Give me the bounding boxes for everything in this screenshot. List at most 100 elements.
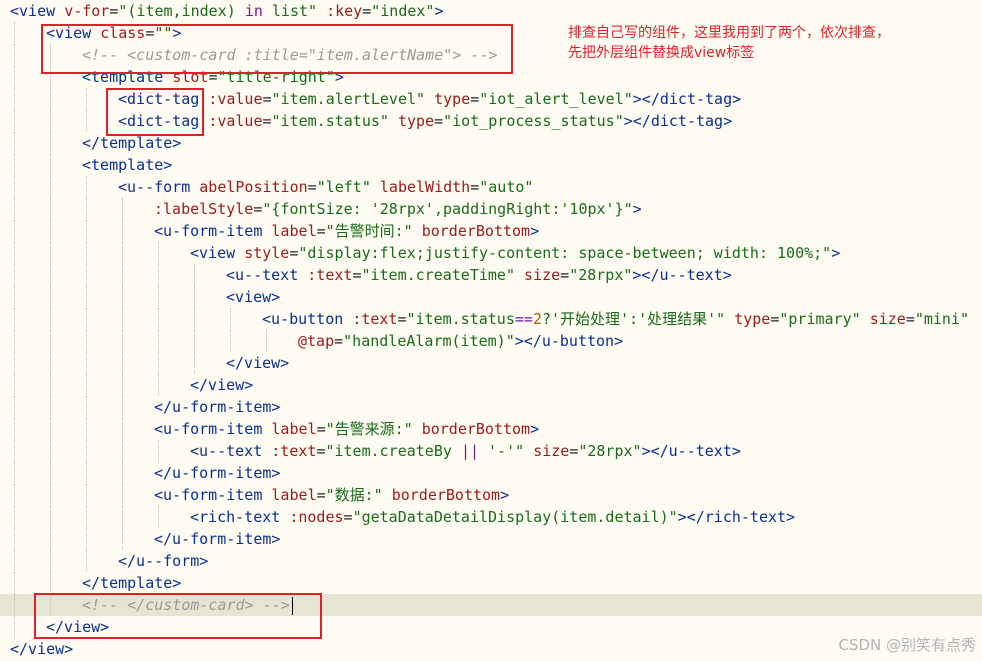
code-token: <template <box>82 68 173 86</box>
indent-guide <box>50 242 51 264</box>
code-line[interactable]: </view> <box>0 616 982 638</box>
code-line[interactable]: @tap="handleAlarm(item)"></u-button> <box>0 330 982 352</box>
code-text: </view> <box>226 352 289 374</box>
code-line[interactable]: <template slot="title-right"> <box>0 66 982 88</box>
code-token: = <box>343 508 353 526</box>
code-line[interactable]: </view> <box>0 638 982 660</box>
code-line[interactable]: <view v-for="(item,index) in list" :key=… <box>0 0 982 22</box>
indent-guide <box>50 66 51 88</box>
indent-guide <box>14 286 15 308</box>
code-line[interactable]: </view> <box>0 374 982 396</box>
code-token: :value <box>208 112 263 130</box>
code-token: @tap <box>298 332 335 350</box>
indent-guide <box>86 506 87 528</box>
code-token: "iot_alert_level" <box>479 90 633 108</box>
code-line[interactable]: <u-form-item label="数据:" borderBottom> <box>0 484 982 506</box>
code-line[interactable]: <u--form abelPosition="left" labelWidth=… <box>0 176 982 198</box>
indent-guide <box>86 198 87 220</box>
indent-guide <box>122 286 123 308</box>
indent-guide <box>50 440 51 462</box>
code-token: > <box>530 420 540 438</box>
indent-guide <box>122 418 123 440</box>
code-line[interactable]: </u--form> <box>0 550 982 572</box>
indent-guide <box>14 462 15 484</box>
code-line[interactable]: <u-form-item label="告警来源:" borderBottom> <box>0 418 982 440</box>
indent-guide <box>14 484 15 506</box>
code-token: <u--form <box>118 178 200 196</box>
code-line[interactable]: <template> <box>0 154 982 176</box>
code-line[interactable]: </view> <box>0 352 982 374</box>
indent-guide <box>194 286 195 308</box>
indent-guide <box>14 132 15 154</box>
indent-guide <box>50 396 51 418</box>
code-line[interactable]: <!-- </custom-card> --> <box>0 594 982 616</box>
code-line[interactable]: </u-form-item> <box>0 396 982 418</box>
indent-guide <box>194 264 195 286</box>
indent-guide <box>14 528 15 550</box>
code-token: ></u-button> <box>514 332 624 350</box>
code-line[interactable]: <u--text :text = "item.createBy || '-'" si… <box>0 440 982 462</box>
code-line[interactable]: </u-form-item> <box>0 528 982 550</box>
code-token: <u-button <box>262 310 353 328</box>
indent-guide <box>86 308 87 330</box>
indent-guide <box>14 374 15 396</box>
code-token: ></dict-tag> <box>623 112 733 130</box>
indent-guide <box>86 286 87 308</box>
code-line[interactable]: <view> <box>0 286 982 308</box>
code-editor[interactable]: <view v-for="(item,index) in list" :key=… <box>0 0 982 661</box>
indent-guide <box>50 44 51 66</box>
code-token: = <box>316 420 326 438</box>
code-line[interactable]: </template> <box>0 572 982 594</box>
indent-guide <box>14 220 15 242</box>
code-token: <u--text <box>190 442 272 460</box>
indent-guide <box>14 616 15 638</box>
annotation-note: 排查自己写的组件，这里我用到了两个，依次排查， 先把外层组件替换成view标签 <box>568 23 928 63</box>
code-text: </u--form> <box>118 550 208 572</box>
indent-guide <box>122 330 123 352</box>
code-line[interactable]: </template> <box>0 132 982 154</box>
code-line[interactable]: :labelStyle="{fontSize: '28rpx',paddingR… <box>0 198 982 220</box>
code-token: = <box>316 486 326 504</box>
code-token: "primary" <box>779 310 861 328</box>
indent-guide <box>122 242 123 264</box>
code-token: "28rpx" <box>578 442 642 460</box>
code-token: = <box>470 178 480 196</box>
code-token: <template> <box>82 156 173 174</box>
indent-guide <box>158 242 159 264</box>
code-token: "告警来源:" <box>325 420 413 438</box>
indent-guide <box>86 220 87 242</box>
indent-guide <box>158 330 159 352</box>
code-line[interactable]: <rich-text :nodes="getaDataDetailDisplay… <box>0 506 982 528</box>
code-token: "item.status <box>406 310 515 328</box>
code-line[interactable]: <view style="display:flex;justify-conten… <box>0 242 982 264</box>
code-token: "index" <box>371 2 435 20</box>
code-token: :labelStyle <box>154 200 254 218</box>
code-token: <view <box>190 244 245 262</box>
code-text: <template> <box>82 154 172 176</box>
indent-guide <box>50 308 51 330</box>
code-line[interactable]: <u-form-item label="告警时间:" borderBottom> <box>0 220 982 242</box>
code-token: borderBottom <box>421 222 531 240</box>
code-token: > <box>500 486 510 504</box>
indent-guide <box>50 176 51 198</box>
code-token: = <box>262 112 272 130</box>
code-token: </u-form-item> <box>154 530 281 548</box>
code-line[interactable]: <dict-tag :value="item.alertLevel" type=… <box>0 88 982 110</box>
code-line[interactable]: <u-button :text="item.status==2?'开始处理':'… <box>0 308 982 330</box>
indent-guide <box>230 308 231 330</box>
code-token: size <box>533 442 570 460</box>
code-line[interactable]: <dict-tag :value="item.status" type="iot… <box>0 110 982 132</box>
code-token: </view> <box>226 354 290 372</box>
code-line[interactable]: </u-form-item> <box>0 462 982 484</box>
indent-guide <box>86 176 87 198</box>
indent-guide <box>50 110 51 132</box>
code-token: :text <box>352 310 398 328</box>
indent-guide <box>50 220 51 242</box>
code-line[interactable]: <u--text :text="item.createTime" size="2… <box>0 264 982 286</box>
indent-guide <box>50 506 51 528</box>
code-token: type <box>434 90 471 108</box>
code-token: </u-form-item> <box>154 464 281 482</box>
indent-guide <box>14 264 15 286</box>
